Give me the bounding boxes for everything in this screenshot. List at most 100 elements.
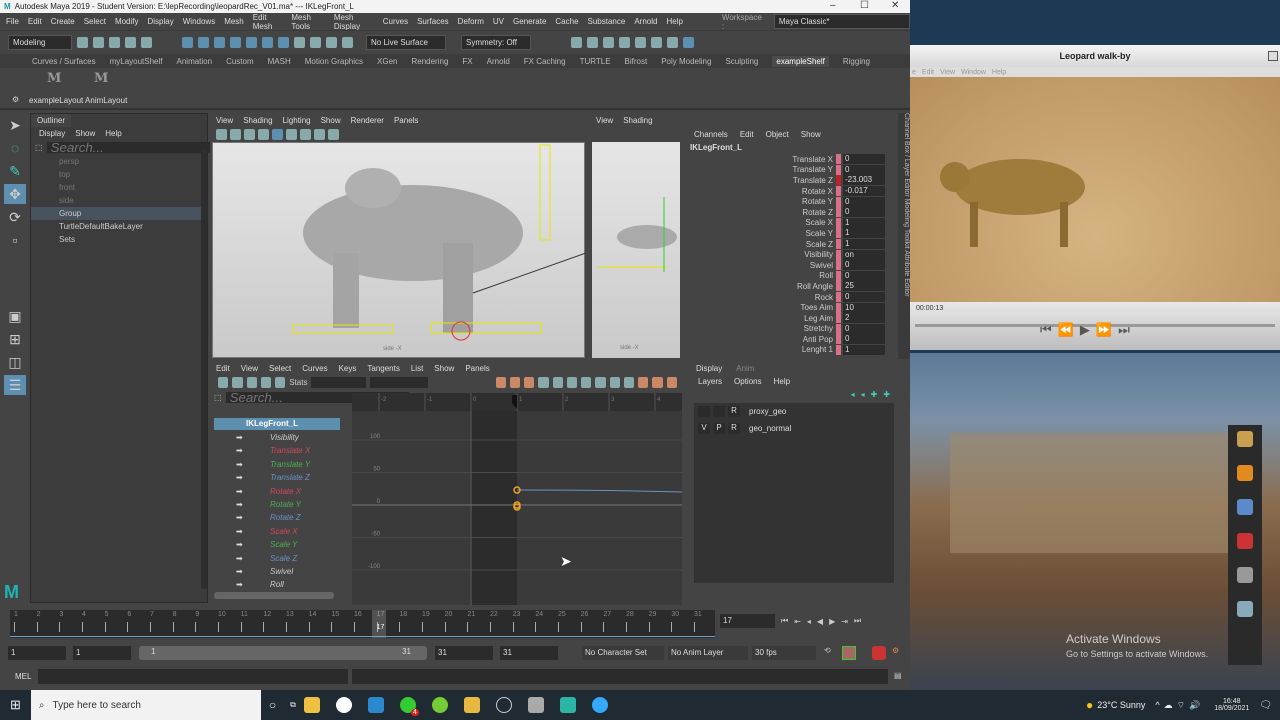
menu-edit[interactable]: Edit <box>28 17 42 26</box>
mel-label[interactable]: MEL <box>15 672 31 681</box>
symmetry-select[interactable]: Symmetry: Off <box>461 35 531 50</box>
graph-menu-list[interactable]: List <box>411 364 423 373</box>
select-tool-icon[interactable]: ➤ <box>4 115 26 135</box>
textured-icon[interactable] <box>286 129 297 140</box>
graph-menu-show[interactable]: Show <box>434 364 454 373</box>
render-icon[interactable] <box>571 37 582 48</box>
channel-label[interactable]: Rotate Y <box>686 197 836 206</box>
channel-value[interactable]: 1 <box>843 239 885 250</box>
shelf-tab-mylayoutshelf[interactable]: myLayoutShelf <box>110 57 163 66</box>
lock-icon[interactable] <box>294 37 305 48</box>
app-icon[interactable] <box>1237 533 1253 549</box>
outliner-item[interactable]: persp <box>31 155 207 168</box>
channel-label[interactable]: Toes Aim <box>686 303 836 312</box>
perspective-viewport[interactable]: side -X <box>212 142 587 358</box>
loop-icon[interactable]: ⟲ <box>824 646 831 655</box>
quicktime-icon[interactable] <box>591 697 608 713</box>
current-frame-field[interactable]: 17 <box>720 614 775 628</box>
move-layer-down-icon[interactable]: ◂ <box>861 390 865 399</box>
mel-input[interactable] <box>38 669 348 684</box>
system-tray-icons[interactable]: ^☁⌔🔊 <box>1155 700 1204 711</box>
shelf-tab-turtle[interactable]: TURTLE <box>580 57 611 66</box>
app-icon[interactable] <box>1237 601 1253 617</box>
shelf-tab-exampleshelf[interactable]: exampleShelf <box>772 55 829 67</box>
channel-label[interactable]: Visibility <box>686 250 836 259</box>
redo-icon[interactable] <box>141 37 152 48</box>
snap-grid-icon[interactable] <box>230 37 241 48</box>
layer-v-toggle[interactable] <box>698 406 710 417</box>
time-editor-icon[interactable] <box>666 377 677 388</box>
anim-layer-select[interactable]: No Anim Layer <box>668 646 748 660</box>
snap-curve-icon[interactable] <box>246 37 257 48</box>
minimize-button[interactable]: – <box>830 0 836 11</box>
spline-tangent-icon[interactable] <box>552 377 563 388</box>
channel-value[interactable]: 25 <box>843 281 885 292</box>
channel-value[interactable]: 0 <box>843 207 885 218</box>
channel-box-menu-object[interactable]: Object <box>766 130 789 139</box>
scene-end-field[interactable]: 31 <box>500 646 558 660</box>
outliner-menu-help[interactable]: Help <box>105 129 121 138</box>
channel-label[interactable]: Translate X <box>686 155 836 164</box>
graph-channel-item[interactable]: Rotate Z <box>214 511 340 525</box>
menu-cache[interactable]: Cache <box>555 17 578 26</box>
shelf-tab-fx-caching[interactable]: FX Caching <box>524 57 566 66</box>
menu-curves[interactable]: Curves <box>383 17 408 26</box>
channel-value[interactable]: 1 <box>843 344 885 355</box>
smooth-shade-icon[interactable] <box>258 129 269 140</box>
cortana-icon[interactable]: ○ <box>269 698 276 712</box>
graph-channel-item[interactable]: Roll <box>214 578 340 592</box>
channel-box-menu-show[interactable]: Show <box>801 130 821 139</box>
channel-value[interactable]: 0 <box>843 260 885 271</box>
scale-tool-icon[interactable]: ▫ <box>4 230 26 250</box>
channel-value[interactable]: 0 <box>843 154 885 165</box>
clamped-tangent-icon[interactable] <box>566 377 578 388</box>
rotate-tool-icon[interactable]: ⟳ <box>4 207 26 227</box>
ipr-render-icon[interactable] <box>587 37 598 48</box>
channel-label[interactable]: Translate Y <box>686 165 836 174</box>
graph-channel-item[interactable]: Scale X <box>214 525 340 539</box>
layer-v-toggle[interactable]: V <box>698 423 710 434</box>
shadows-icon[interactable] <box>314 129 325 140</box>
video-menu-e[interactable]: e <box>912 69 916 76</box>
channel-value[interactable]: 2 <box>843 313 885 324</box>
frame-playback-icon[interactable] <box>509 377 521 388</box>
rewind-icon[interactable]: ⏪ <box>1058 322 1074 338</box>
whatsapp-icon[interactable]: 4 <box>399 697 419 716</box>
channel-label[interactable]: Anti Pop <box>686 335 836 344</box>
step-forward-key-icon[interactable]: ⇥ <box>841 617 848 626</box>
linear-tangent-icon[interactable] <box>581 377 592 388</box>
gear-icon[interactable]: ⚙ <box>12 95 19 104</box>
close-button[interactable]: ✕ <box>891 0 899 11</box>
snap-surface-icon[interactable] <box>278 37 289 48</box>
outliner-scrollbar[interactable] <box>201 149 207 589</box>
menu-file[interactable]: File <box>6 17 19 26</box>
viewport-menu-shading[interactable]: Shading <box>243 116 272 125</box>
maya-taskbar-icon[interactable] <box>559 697 576 713</box>
graph-menu-panels[interactable]: Panels <box>465 364 489 373</box>
fps-select[interactable]: 30 fps <box>752 646 816 660</box>
maximize-button[interactable]: ☐ <box>860 0 869 11</box>
menu-mesh[interactable]: Mesh <box>224 17 244 26</box>
layer-name[interactable]: geo_normal <box>749 424 791 433</box>
menu-arnold[interactable]: Arnold <box>634 17 657 26</box>
outliner-item[interactable]: Group <box>31 207 207 220</box>
channel-value[interactable]: -0.017 <box>843 186 885 197</box>
side-viewport-menu-view[interactable]: View <box>596 116 613 125</box>
channel-box-menu-channels[interactable]: Channels <box>694 130 728 139</box>
scene-start-field[interactable]: 1 <box>8 646 66 660</box>
single-view-layout-icon[interactable]: ▣ <box>4 306 26 326</box>
shelf-tab-arnold[interactable]: Arnold <box>487 57 510 66</box>
menu-deform[interactable]: Deform <box>458 17 484 26</box>
graph-menu-keys[interactable]: Keys <box>339 364 357 373</box>
snap-point-icon[interactable] <box>262 37 273 48</box>
menu-uv[interactable]: UV <box>493 17 504 26</box>
channel-label[interactable]: Leg Aim <box>686 314 836 323</box>
step-back-icon[interactable]: ◂ <box>807 617 811 626</box>
shelf-button-example-layout[interactable]: M <box>47 71 61 86</box>
channel-label[interactable]: Scale Z <box>686 240 836 249</box>
fast-forward-icon[interactable]: ⏩ <box>1096 322 1112 338</box>
channel-label[interactable]: Roll <box>686 271 836 280</box>
menu-display[interactable]: Display <box>148 17 174 26</box>
layer-menu-options[interactable]: Options <box>734 377 762 386</box>
channel-label[interactable]: Swivel <box>686 261 836 270</box>
